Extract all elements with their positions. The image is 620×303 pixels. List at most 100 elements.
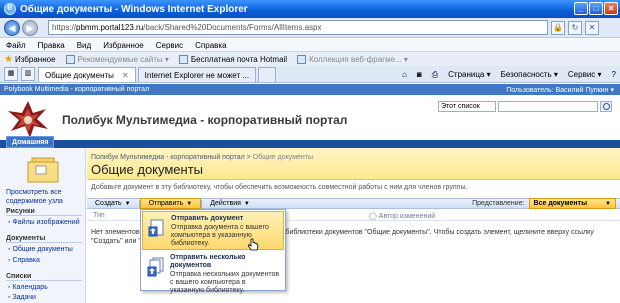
tab-bar: ▦ ▥ Общие документы ✕ Internet Explorer …: [0, 66, 620, 83]
chevron-down-icon: ▼: [186, 200, 193, 207]
tab-shared-documents[interactable]: Общие документы ✕: [38, 67, 136, 82]
list-toolbar: Создать ▼ Отправить ▼ Действия ▼ Представле…: [87, 198, 620, 209]
ql-item-tasks[interactable]: Задачи: [8, 294, 36, 301]
site-icon: [297, 54, 307, 64]
refresh-icon[interactable]: ↻: [568, 20, 582, 35]
site-title: Полибук Мультимедиа - корпоративный порт…: [62, 113, 348, 127]
menu-item-desc: с вашего компьютера в: [170, 279, 246, 286]
fav-hotmail[interactable]: Бесплатная почта Hotmail: [178, 54, 288, 64]
menu-favorites[interactable]: Избранное: [103, 41, 144, 50]
stop-icon[interactable]: ✕: [585, 20, 599, 35]
address-bar: ◀ ▶ https://pbmm.portal123.ru/back/Share…: [0, 18, 620, 38]
page-title: Общие документы: [91, 162, 204, 177]
user-menu[interactable]: Пользователь: Василий Пупкин ▾: [506, 86, 620, 94]
menu-item-desc: компьютера в указанную: [171, 232, 252, 239]
search-area: Этот список: [438, 101, 612, 112]
menu-help[interactable]: Справка: [195, 41, 226, 50]
new-tab-button[interactable]: [258, 67, 277, 82]
quick-launch: Просмотреть все содержимое узла Рисунки …: [0, 148, 86, 303]
tab-label: Общие документы: [45, 70, 114, 80]
tab-ie-error[interactable]: Internet Explorer не может ...: [137, 67, 257, 82]
view-select[interactable]: Все документы ▼: [528, 198, 616, 209]
fav-suggested-sites[interactable]: Рекомендуемые сайты ▾: [65, 54, 169, 64]
fav-label: Рекомендуемые сайты ▾: [77, 54, 169, 64]
feeds-icon[interactable]: ◙: [417, 70, 422, 79]
site-logo-icon[interactable]: [6, 99, 50, 139]
search-scope-select[interactable]: Этот список: [438, 101, 496, 112]
window-title: Общие документы - Windows Internet Explo…: [20, 3, 248, 15]
fav-web-slice[interactable]: Коллекция веб-фрагме... ▾: [297, 54, 408, 64]
sp-global-bar: Polybook Multimedia - корпоративный порт…: [0, 84, 620, 95]
tab-list-icon[interactable]: ▦: [4, 67, 18, 81]
site-icon: [178, 54, 188, 64]
print-icon[interactable]: ⎙: [432, 70, 438, 80]
window-titlebar: Общие документы - Windows Internet Explo…: [0, 0, 620, 18]
search-input[interactable]: [498, 101, 598, 112]
home-icon[interactable]: ⌂: [402, 70, 407, 79]
ql-item-help[interactable]: Справка: [8, 257, 39, 264]
cmd-safety[interactable]: Безопасность ▾: [501, 70, 558, 79]
top-nav: Домашняя: [0, 136, 620, 148]
ql-heading-lists[interactable]: Списки: [6, 273, 82, 281]
lock-icon[interactable]: 🔒: [551, 20, 565, 35]
url-path: /back/Shared%20Documents/Forms/AllItems.…: [143, 23, 322, 32]
menu-file[interactable]: Файл: [6, 41, 26, 50]
chevron-down-icon: ▼: [243, 200, 250, 207]
cmd-tools[interactable]: Сервис ▾: [568, 70, 602, 79]
menu-view[interactable]: Вид: [77, 41, 91, 50]
fav-label: Бесплатная почта Hotmail: [190, 54, 288, 64]
command-bar: ⌂ ◙ ⎙ Страница ▾ Безопасность ▾ Сервис ▾…: [392, 67, 620, 82]
ql-heading-documents[interactable]: Документы: [6, 235, 82, 243]
breadcrumb-current: Общие документы: [252, 154, 313, 161]
chevron-down-icon: ▼: [124, 200, 131, 207]
actions-menu-button[interactable]: Действия ▼: [202, 198, 258, 209]
ql-item-image-files[interactable]: Файлы изображений: [8, 219, 79, 226]
favorites-label: Избранное: [14, 54, 56, 64]
menu-item-desc: Отправка документа с вашего: [171, 224, 269, 231]
close-window-button[interactable]: ✕: [604, 2, 618, 15]
create-label: Создать: [95, 200, 122, 207]
menu-edit[interactable]: Правка: [38, 41, 65, 50]
create-menu-button[interactable]: Создать ▼: [87, 198, 139, 209]
upload-menu-button[interactable]: Отправить ▼: [139, 198, 202, 209]
ql-heading-pictures[interactable]: Рисунки: [6, 208, 82, 216]
breadcrumb-separator: >: [244, 154, 253, 161]
title-area: Полибук Мультимедиа - корпоративный порт…: [87, 148, 620, 180]
star-icon: ★: [4, 53, 13, 65]
column-type[interactable]: Тип: [93, 212, 105, 219]
url-input[interactable]: https://pbmm.portal123.ru/back/Shared%20…: [48, 20, 548, 35]
menu-item-desc: библиотеку.: [171, 240, 210, 247]
menu-item-title: Отправить документ: [171, 215, 244, 222]
close-tab-icon[interactable]: ✕: [122, 71, 129, 80]
search-icon[interactable]: [600, 101, 612, 112]
column-modified-by[interactable]: ◯ Автор изменений: [369, 212, 435, 220]
ql-item-calendar[interactable]: Календарь: [8, 284, 47, 291]
minimize-button[interactable]: _: [574, 2, 588, 15]
menu-item-title: Отправить несколько документов: [170, 254, 246, 269]
hand-cursor-icon: [247, 238, 259, 251]
menu-item-desc: Отправка нескольких документов: [170, 271, 280, 278]
view-all-content-link[interactable]: Просмотреть все содержимое узла: [6, 188, 84, 206]
menu-upload-document[interactable]: Отправить документ Отправка документа с …: [142, 211, 284, 250]
favorites-button[interactable]: ★ Избранное: [4, 54, 56, 65]
global-site-link[interactable]: Polybook Multimedia - корпоративный порт…: [4, 86, 149, 93]
menu-upload-multiple[interactable]: Отправить несколько документов Отправка …: [142, 251, 284, 294]
cmd-page[interactable]: Страница ▾: [448, 70, 491, 79]
cmd-help[interactable]: ?: [612, 70, 616, 79]
actions-label: Действия: [210, 200, 241, 207]
maximize-button[interactable]: □: [589, 2, 603, 15]
upload-document-icon: [148, 219, 164, 237]
url-prefix: https://: [52, 23, 77, 32]
quick-tabs-icon[interactable]: ▥: [21, 67, 35, 81]
back-button[interactable]: ◀: [4, 19, 20, 36]
view-selector-area: Представление: Все документы ▼: [472, 198, 620, 209]
view-label: Представление:: [472, 200, 525, 207]
ql-item-shared-documents[interactable]: Общие документы: [8, 246, 72, 253]
chevron-down-icon: ▼: [605, 200, 611, 207]
tab-home[interactable]: Домашняя: [6, 136, 55, 148]
forward-button[interactable]: ▶: [22, 19, 38, 36]
fav-label: Коллекция веб-фрагме... ▾: [309, 54, 408, 64]
breadcrumb-site-link[interactable]: Полибук Мультимедиа - корпоративный порт…: [91, 154, 245, 161]
menu-tools[interactable]: Сервис: [156, 41, 183, 50]
upload-dropdown-menu: Отправить документ Отправка документа с …: [140, 209, 286, 294]
